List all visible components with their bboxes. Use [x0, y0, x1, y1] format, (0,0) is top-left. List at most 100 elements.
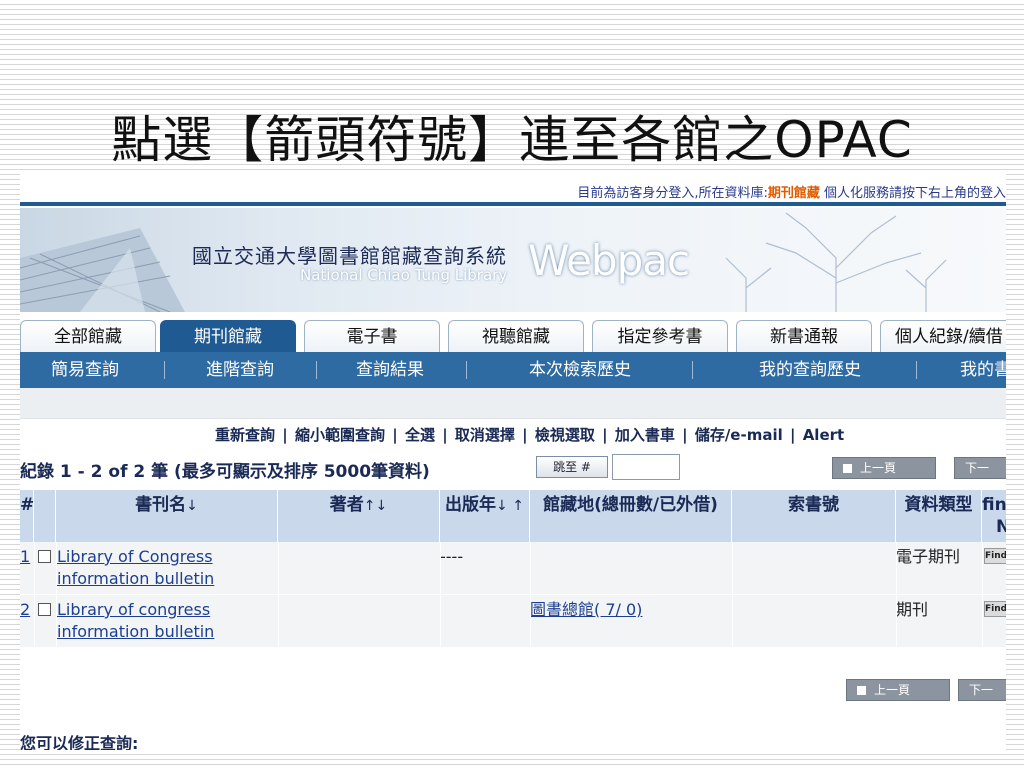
row-title-line1: Library of congress	[57, 600, 211, 619]
prev-page-label: 上一頁	[874, 683, 911, 697]
prev-page-icon	[857, 686, 866, 695]
row-title[interactable]: Library of Congress information bulletin	[57, 546, 214, 590]
result-count: 紀錄 1 - 2 of 2 筆 (最多可顯示及排序 5000筆資料)	[20, 462, 430, 482]
action-select-all[interactable]: 全選	[405, 426, 435, 444]
row-title-line1: Library of Congress	[57, 547, 213, 566]
row-title[interactable]: Library of congress information bulletin	[57, 599, 214, 643]
action-view-selected[interactable]: 檢視選取	[535, 426, 595, 444]
row-number: 2	[20, 600, 31, 619]
find-button[interactable]: Find	[984, 601, 1006, 617]
spacer-band	[20, 388, 1006, 419]
tab-all-holdings[interactable]: 全部館藏	[20, 320, 156, 352]
subnav-divider	[692, 361, 693, 379]
table-row: 1 Library of Congress information bullet…	[20, 542, 1006, 595]
current-database[interactable]: 期刊館藏	[768, 186, 820, 201]
modify-search-label: 您可以修正查詢:	[20, 734, 139, 750]
column-divider	[530, 542, 531, 648]
find-button[interactable]: Find	[984, 548, 1006, 564]
col-author: 著者↑↓	[278, 490, 440, 542]
action-save-email[interactable]: 儲存/e-mail	[695, 426, 783, 444]
year-sort-icon[interactable]: ↓ ↑	[496, 498, 524, 514]
tab-periodicals[interactable]: 期刊館藏	[160, 320, 296, 352]
login-status: 目前為訪客身分登入,所在資料庫:期刊館藏 個人化服務請按下右上角的登入	[577, 182, 1006, 201]
title-sort-icon[interactable]: ↓	[186, 498, 198, 514]
col-number: #	[20, 490, 34, 542]
slide-title: 點選【箭頭符號】連至各館之OPAC	[111, 111, 913, 169]
author-sort-link[interactable]: 著者	[330, 495, 364, 515]
column-divider	[732, 542, 733, 648]
next-page-label: 下一	[965, 461, 990, 475]
row-title-line2: information bulletin	[57, 569, 215, 588]
col-title-label: 書刊名	[135, 495, 187, 515]
col-find-label: fin	[982, 495, 1006, 515]
col-find-label-2: N	[996, 517, 1006, 537]
row-number-link[interactable]: 2	[20, 599, 30, 621]
prev-page-button[interactable]: 上一頁	[832, 457, 936, 479]
tab-av[interactable]: 視聽館藏	[448, 320, 584, 352]
column-divider	[278, 542, 279, 648]
tab-new-books[interactable]: 新書通報	[736, 320, 872, 352]
subnav-advanced-search[interactable]: 進階查詢	[170, 352, 310, 388]
col-year: 出版年↓ ↑	[440, 490, 530, 542]
col-holdings: 館藏地(總冊數/已外借)	[530, 490, 732, 542]
top-rule	[20, 202, 1006, 206]
action-narrow[interactable]: 縮小範圍查詢	[295, 426, 385, 444]
subnav-divider	[164, 361, 165, 379]
row-checkbox[interactable]	[38, 603, 51, 616]
row-type: 期刊	[896, 600, 929, 619]
tree-decoration	[725, 212, 947, 312]
sub-navigation: 簡易查詢 進階查詢 查詢結果 本次檢索歷史 我的查詢歷史 我的書	[20, 352, 1006, 388]
tab-ebooks[interactable]: 電子書	[304, 320, 440, 352]
action-separator: |	[442, 426, 448, 444]
row-year: ----	[440, 547, 464, 566]
subnav-divider	[316, 361, 317, 379]
col-find: fin N	[982, 490, 1006, 542]
row-number-link[interactable]: 1	[20, 546, 30, 568]
banner-english-title: National Chiao Tung Library	[300, 266, 508, 284]
next-page-label: 下一	[969, 683, 994, 697]
action-separator: |	[602, 426, 608, 444]
jump-to-input[interactable]	[612, 454, 680, 480]
subnav-my-books[interactable]: 我的書	[930, 352, 1006, 388]
subnav-divider	[916, 361, 917, 379]
subnav-my-history[interactable]: 我的查詢歷史	[710, 352, 910, 388]
tab-personal-record[interactable]: 個人紀錄/續借	[880, 320, 1006, 352]
subnav-session-history[interactable]: 本次檢索歷史	[480, 352, 680, 388]
next-page-button-bottom[interactable]: 下一	[958, 679, 1006, 701]
row-holdings[interactable]: 圖書總館( 7/ 0)	[530, 599, 642, 621]
action-separator: |	[789, 426, 796, 444]
prev-page-button-bottom[interactable]: 上一頁	[846, 679, 950, 701]
prev-page-label: 上一頁	[860, 461, 897, 475]
building-icon	[20, 228, 185, 312]
row-title-line2: information bulletin	[57, 622, 215, 641]
login-status-suffix: 個人化服務請按下右上角的登入	[823, 186, 1006, 201]
subnav-results[interactable]: 查詢結果	[320, 352, 460, 388]
table-header: # 書刊名↓ 著者↑↓ 出版年↓ ↑ 館藏地(總冊數/已外借) 索書號 資料類型…	[20, 490, 1006, 542]
action-research[interactable]: 重新查詢	[215, 426, 275, 444]
action-separator: |	[282, 426, 288, 444]
row-type: 電子期刊	[896, 547, 961, 566]
column-divider	[34, 542, 35, 648]
main-tabs: 全部館藏 期刊館藏 電子書 視聽館藏 指定參考書 新書通報 個人紀錄/續借	[20, 320, 1006, 352]
banner-chinese-title: 國立交通大學圖書館館藏查詢系統	[192, 244, 507, 268]
author-sort-icon[interactable]: ↑↓	[364, 498, 387, 514]
action-alert[interactable]: Alert	[803, 426, 845, 444]
column-divider	[896, 542, 897, 648]
row-checkbox[interactable]	[38, 550, 51, 563]
action-add-cart[interactable]: 加入書車	[615, 426, 675, 444]
subnav-simple-search[interactable]: 簡易查詢	[20, 352, 150, 388]
col-checkbox	[34, 490, 56, 542]
webpac-screenshot: 目前為訪客身分登入,所在資料庫:期刊館藏 個人化服務請按下右上角的登入 國立交通…	[20, 174, 1006, 750]
tab-reserve-books[interactable]: 指定參考書	[592, 320, 728, 352]
col-title: 書刊名↓	[56, 490, 278, 542]
result-actions: 重新查詢 | 縮小範圍查詢 | 全選 | 取消選擇 | 檢視選取 | 加入書車 …	[214, 424, 845, 445]
column-divider	[440, 542, 441, 648]
action-deselect[interactable]: 取消選擇	[455, 426, 515, 444]
login-status-prefix: 目前為訪客身分登入,所在資料庫:	[577, 186, 768, 201]
table-row: 2 Library of congress information bullet…	[20, 595, 1006, 648]
column-divider	[56, 542, 57, 648]
year-sort-link[interactable]: 出版年	[445, 495, 496, 515]
next-page-button[interactable]: 下一	[954, 457, 1006, 479]
jump-to-button[interactable]: 跳至 #	[536, 456, 608, 478]
col-call-number: 索書號	[732, 490, 896, 542]
